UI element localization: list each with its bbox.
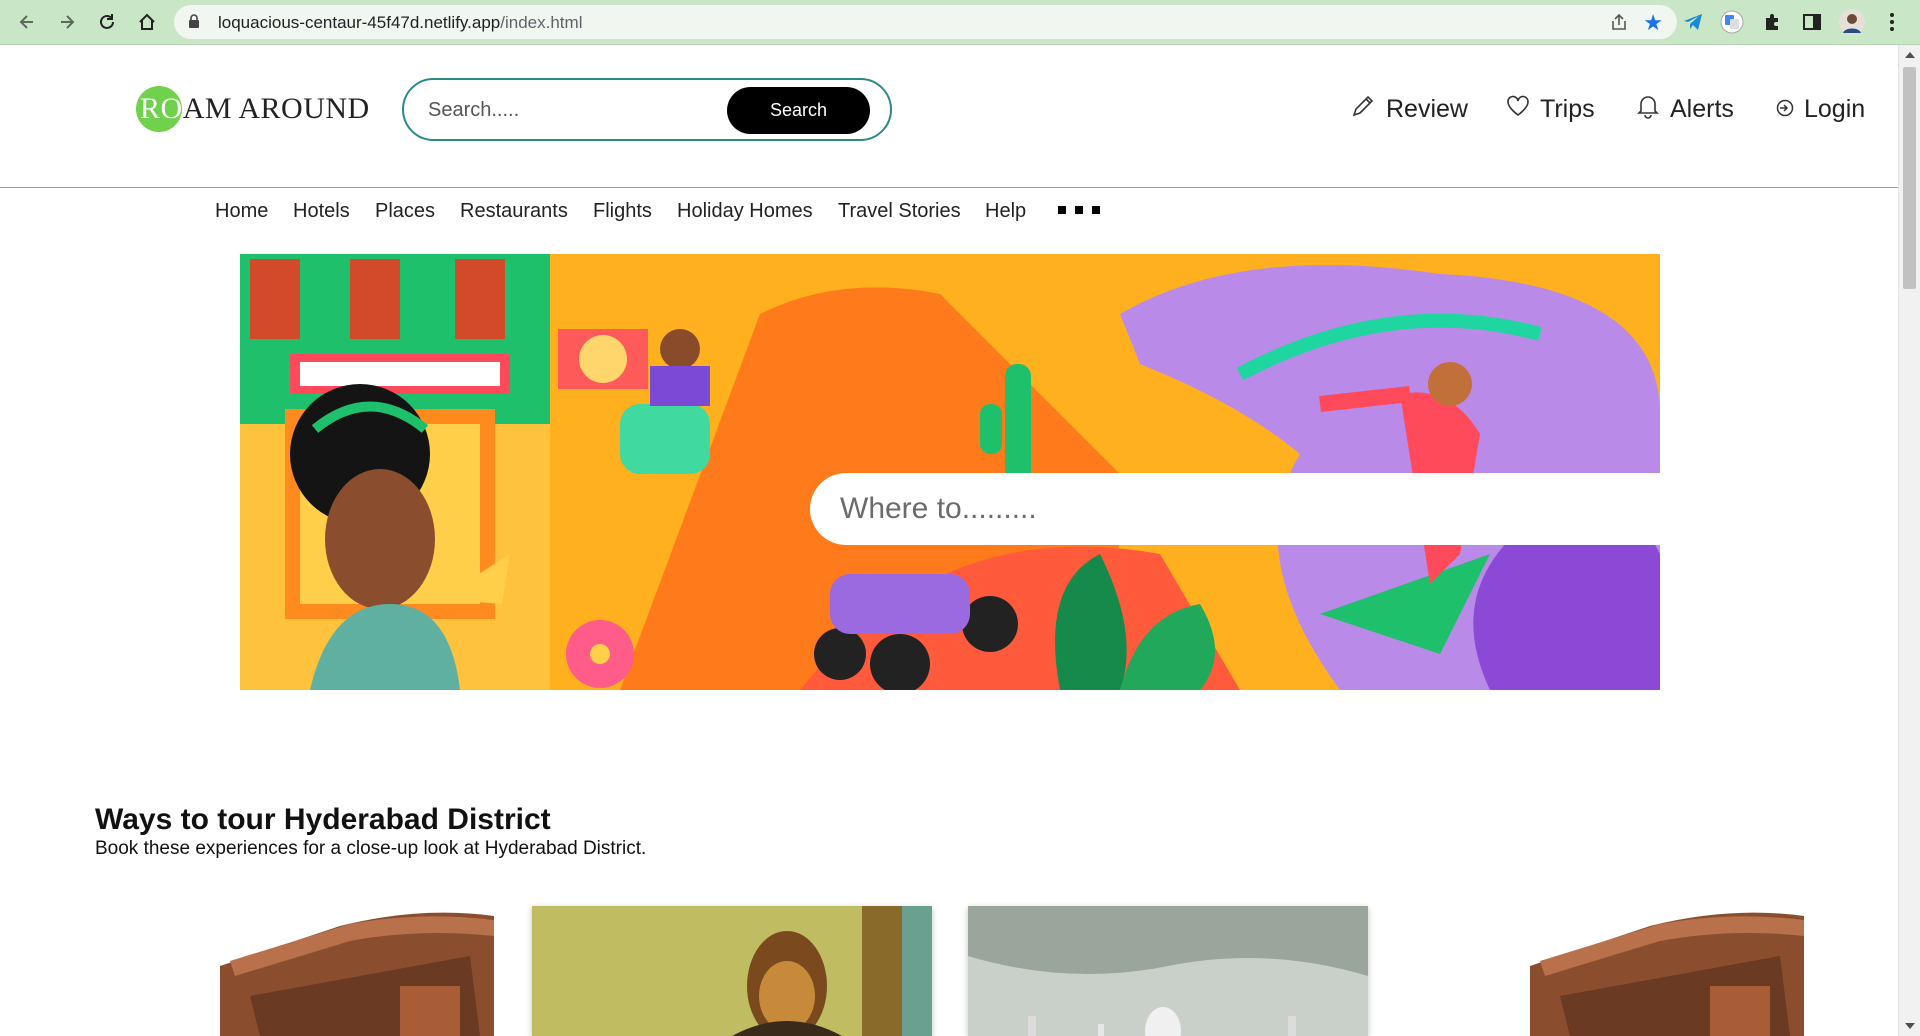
statue-image [532, 906, 932, 1036]
menu-item-restaurants[interactable]: Restaurants [460, 200, 568, 226]
menu-item-holiday-homes[interactable]: Holiday Homes [677, 200, 813, 226]
menu-kebab-icon[interactable] [1879, 9, 1905, 35]
where-to-input[interactable] [810, 473, 1660, 545]
experience-card-1[interactable] [220, 906, 494, 1036]
header-search: Search [402, 78, 892, 141]
address-bar[interactable]: loquacious-centaur-45f47d.netlify.app/in… [174, 5, 1677, 39]
trips-link[interactable]: Trips [1506, 92, 1595, 126]
review-label: Review [1386, 94, 1468, 123]
translate-extension-icon[interactable] [1719, 9, 1745, 35]
pencil-icon [1350, 93, 1386, 126]
menu-item-help[interactable]: Help [985, 200, 1026, 226]
scroll-down-icon[interactable] [1905, 1023, 1915, 1029]
alerts-link[interactable]: Alerts [1636, 92, 1734, 126]
experience-card-4[interactable] [1530, 906, 1804, 1036]
scroll-up-icon[interactable] [1905, 52, 1915, 58]
menu-item-hotels[interactable]: Hotels [293, 200, 350, 226]
login-label: Login [1804, 94, 1866, 123]
page-scrollbar[interactable] [1898, 45, 1920, 1036]
more-menu-icon[interactable] [1058, 206, 1100, 214]
hero-illustration [240, 254, 1660, 690]
side-panel-icon[interactable] [1799, 9, 1825, 35]
experience-card-2[interactable] [532, 906, 932, 1036]
review-link[interactable]: Review [1350, 92, 1468, 126]
bell-icon [1636, 93, 1670, 126]
fort-gate-image-2 [1530, 906, 1804, 1036]
fort-gate-image [220, 906, 494, 1036]
header-divider [0, 187, 1898, 188]
monument-image [968, 906, 1368, 1036]
browser-toolbar: loquacious-centaur-45f47d.netlify.app/in… [0, 0, 1920, 45]
back-icon[interactable] [14, 9, 40, 35]
menu-item-flights[interactable]: Flights [593, 200, 652, 226]
login-link[interactable]: Login [1776, 92, 1865, 126]
logo-text: ROAM AROUND [140, 92, 370, 125]
section-subtitle: Book these experiences for a close-up lo… [95, 838, 647, 859]
alerts-label: Alerts [1670, 94, 1734, 123]
hero-banner [240, 254, 1660, 690]
menu-item-places[interactable]: Places [375, 200, 435, 226]
scroll-thumb[interactable] [1903, 67, 1916, 289]
site-logo[interactable]: ROAM AROUND [136, 86, 369, 132]
lock-icon [188, 14, 200, 34]
forward-icon[interactable] [54, 9, 80, 35]
login-arrow-icon [1776, 95, 1804, 124]
telegram-extension-icon[interactable] [1680, 9, 1706, 35]
profile-avatar[interactable] [1839, 9, 1865, 35]
trips-label: Trips [1540, 94, 1595, 123]
heart-icon [1506, 95, 1540, 124]
menu-item-travel-stories[interactable]: Travel Stories [838, 200, 961, 226]
menu-item-home[interactable]: Home [215, 200, 268, 226]
reload-icon[interactable] [94, 9, 120, 35]
share-icon[interactable] [1609, 12, 1629, 37]
extensions-puzzle-icon[interactable] [1759, 9, 1785, 35]
search-button[interactable]: Search [727, 87, 870, 134]
experience-card-3[interactable] [968, 906, 1368, 1036]
section-title: Ways to tour Hyderabad District [95, 803, 551, 836]
url-text: loquacious-centaur-45f47d.netlify.app/in… [218, 13, 583, 32]
search-input[interactable] [428, 94, 728, 126]
home-icon[interactable] [134, 9, 160, 35]
bookmark-star-icon[interactable]: ★ [1643, 10, 1663, 36]
